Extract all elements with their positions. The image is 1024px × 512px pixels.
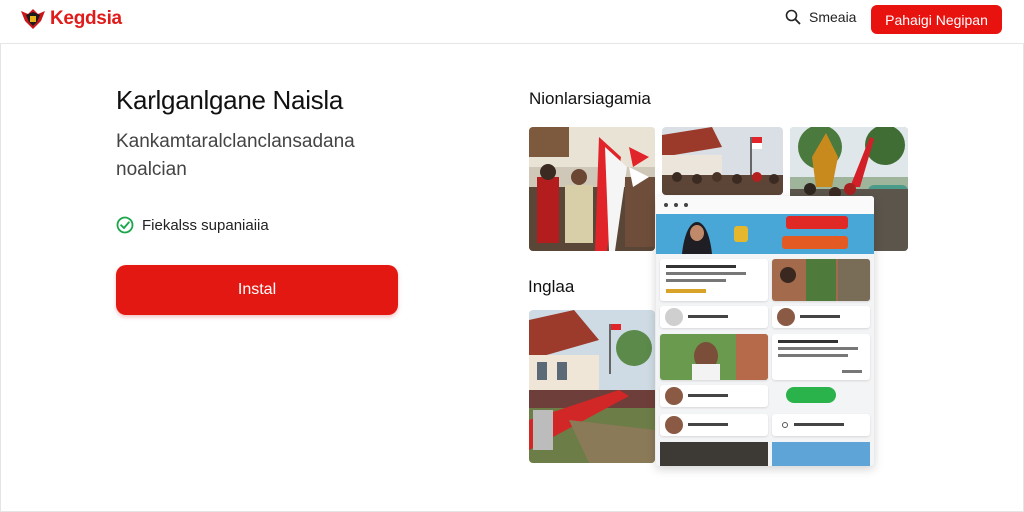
- gallery-subheading: Inglaa: [528, 277, 575, 296]
- photo-village-parade[interactable]: [529, 310, 655, 463]
- check-circle-icon: [116, 216, 134, 234]
- page-title: Karlganlgane Naisla: [116, 85, 344, 115]
- app-thumb-strip-1[interactable]: [660, 442, 768, 466]
- app-list-row-4[interactable]: [660, 414, 768, 436]
- app-list-row-2[interactable]: [772, 306, 870, 328]
- search-button[interactable]: Smeaia: [785, 9, 856, 25]
- brand-name: Kegdsia: [50, 8, 122, 29]
- feature-text: Fiekalss supaniaiia: [142, 216, 269, 234]
- search-label: Smeaia: [809, 9, 857, 25]
- feature-item: Fiekalss supaniaiia: [116, 216, 269, 234]
- app-post-card-2[interactable]: [772, 334, 870, 380]
- search-icon: [785, 9, 801, 25]
- page-subtitle: Kankamtaralclanclansadana noalcian: [116, 131, 355, 180]
- app-list-row-3[interactable]: [660, 385, 768, 407]
- photo-crowd-flags[interactable]: [529, 127, 655, 251]
- app-thumb-strip-2[interactable]: [772, 442, 870, 466]
- top-nav: Kegdsia Smeaia Pahaigi Negipan: [0, 0, 1024, 44]
- app-list-row-5[interactable]: [772, 414, 870, 436]
- app-photo-card-2[interactable]: [660, 334, 768, 380]
- gallery-heading: Nionlarsiagamia: [529, 89, 651, 108]
- header-cta-button[interactable]: Pahaigi Negipan: [871, 5, 1002, 34]
- brand-logo[interactable]: Kegdsia: [20, 6, 122, 32]
- photo-street-crowd[interactable]: [662, 127, 783, 195]
- install-button[interactable]: Instal: [116, 265, 398, 315]
- app-list-row-1[interactable]: [660, 306, 768, 328]
- garuda-logo-icon: [20, 7, 46, 31]
- app-follow-button[interactable]: [786, 387, 836, 403]
- phone-status-bar: [656, 196, 874, 214]
- app-post-card[interactable]: [660, 259, 768, 301]
- app-chip-2[interactable]: [782, 236, 848, 249]
- app-chip-1[interactable]: [786, 216, 848, 229]
- app-photo-card[interactable]: [772, 259, 870, 301]
- app-preview-mockup: [656, 196, 874, 466]
